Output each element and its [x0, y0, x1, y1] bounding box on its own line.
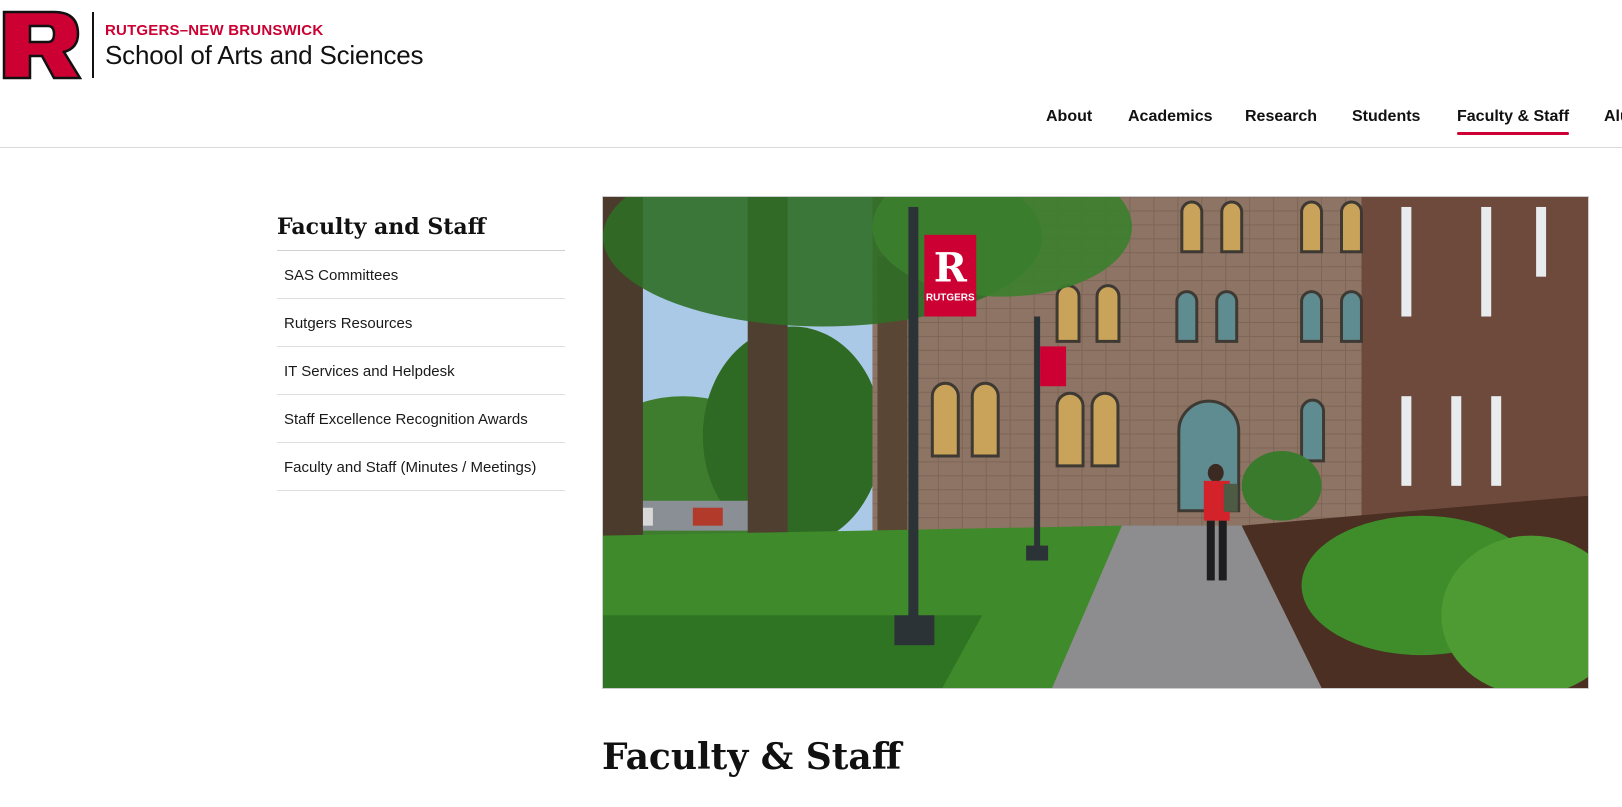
site-header: RUTGERS–NEW BRUNSWICK School of Arts and…: [0, 0, 1622, 148]
sidebar-item-staff-awards[interactable]: Staff Excellence Recognition Awards: [277, 395, 565, 443]
sidebar-item-it-services[interactable]: IT Services and Helpdesk: [277, 347, 565, 395]
logo-divider: [92, 12, 94, 78]
sidebar-item-sas-committees[interactable]: SAS Committees: [277, 251, 565, 299]
brand-school[interactable]: School of Arts and Sciences: [105, 40, 424, 71]
sidebar-item-minutes-meetings[interactable]: Faculty and Staff (Minutes / Meetings): [277, 443, 565, 491]
nav-students[interactable]: Students: [1352, 108, 1420, 126]
brand-university[interactable]: RUTGERS–NEW BRUNSWICK: [105, 22, 323, 39]
banner-letter: R: [934, 246, 968, 292]
sidebar-item-rutgers-resources[interactable]: Rutgers Resources: [277, 299, 565, 347]
main-nav: About Academics Research Students Facult…: [0, 108, 1622, 138]
nav-academics[interactable]: Academics: [1128, 108, 1213, 126]
nav-faculty-staff[interactable]: Faculty & Staff: [1457, 108, 1570, 135]
nav-about[interactable]: About: [1046, 108, 1092, 126]
nav-research[interactable]: Research: [1245, 108, 1317, 126]
nav-alumni[interactable]: Alu: [1604, 108, 1622, 126]
hero-image: R RUTGERS: [602, 196, 1589, 689]
campus-photo: R RUTGERS: [603, 197, 1588, 688]
rutgers-r-logo[interactable]: [2, 10, 83, 80]
banner-text: RUTGERS: [926, 293, 975, 304]
sidebar-nav: Faculty and Staff SAS Committees Rutgers…: [277, 208, 565, 491]
sidebar-title: Faculty and Staff: [277, 208, 565, 251]
page-title: Faculty & Staff: [602, 736, 902, 778]
